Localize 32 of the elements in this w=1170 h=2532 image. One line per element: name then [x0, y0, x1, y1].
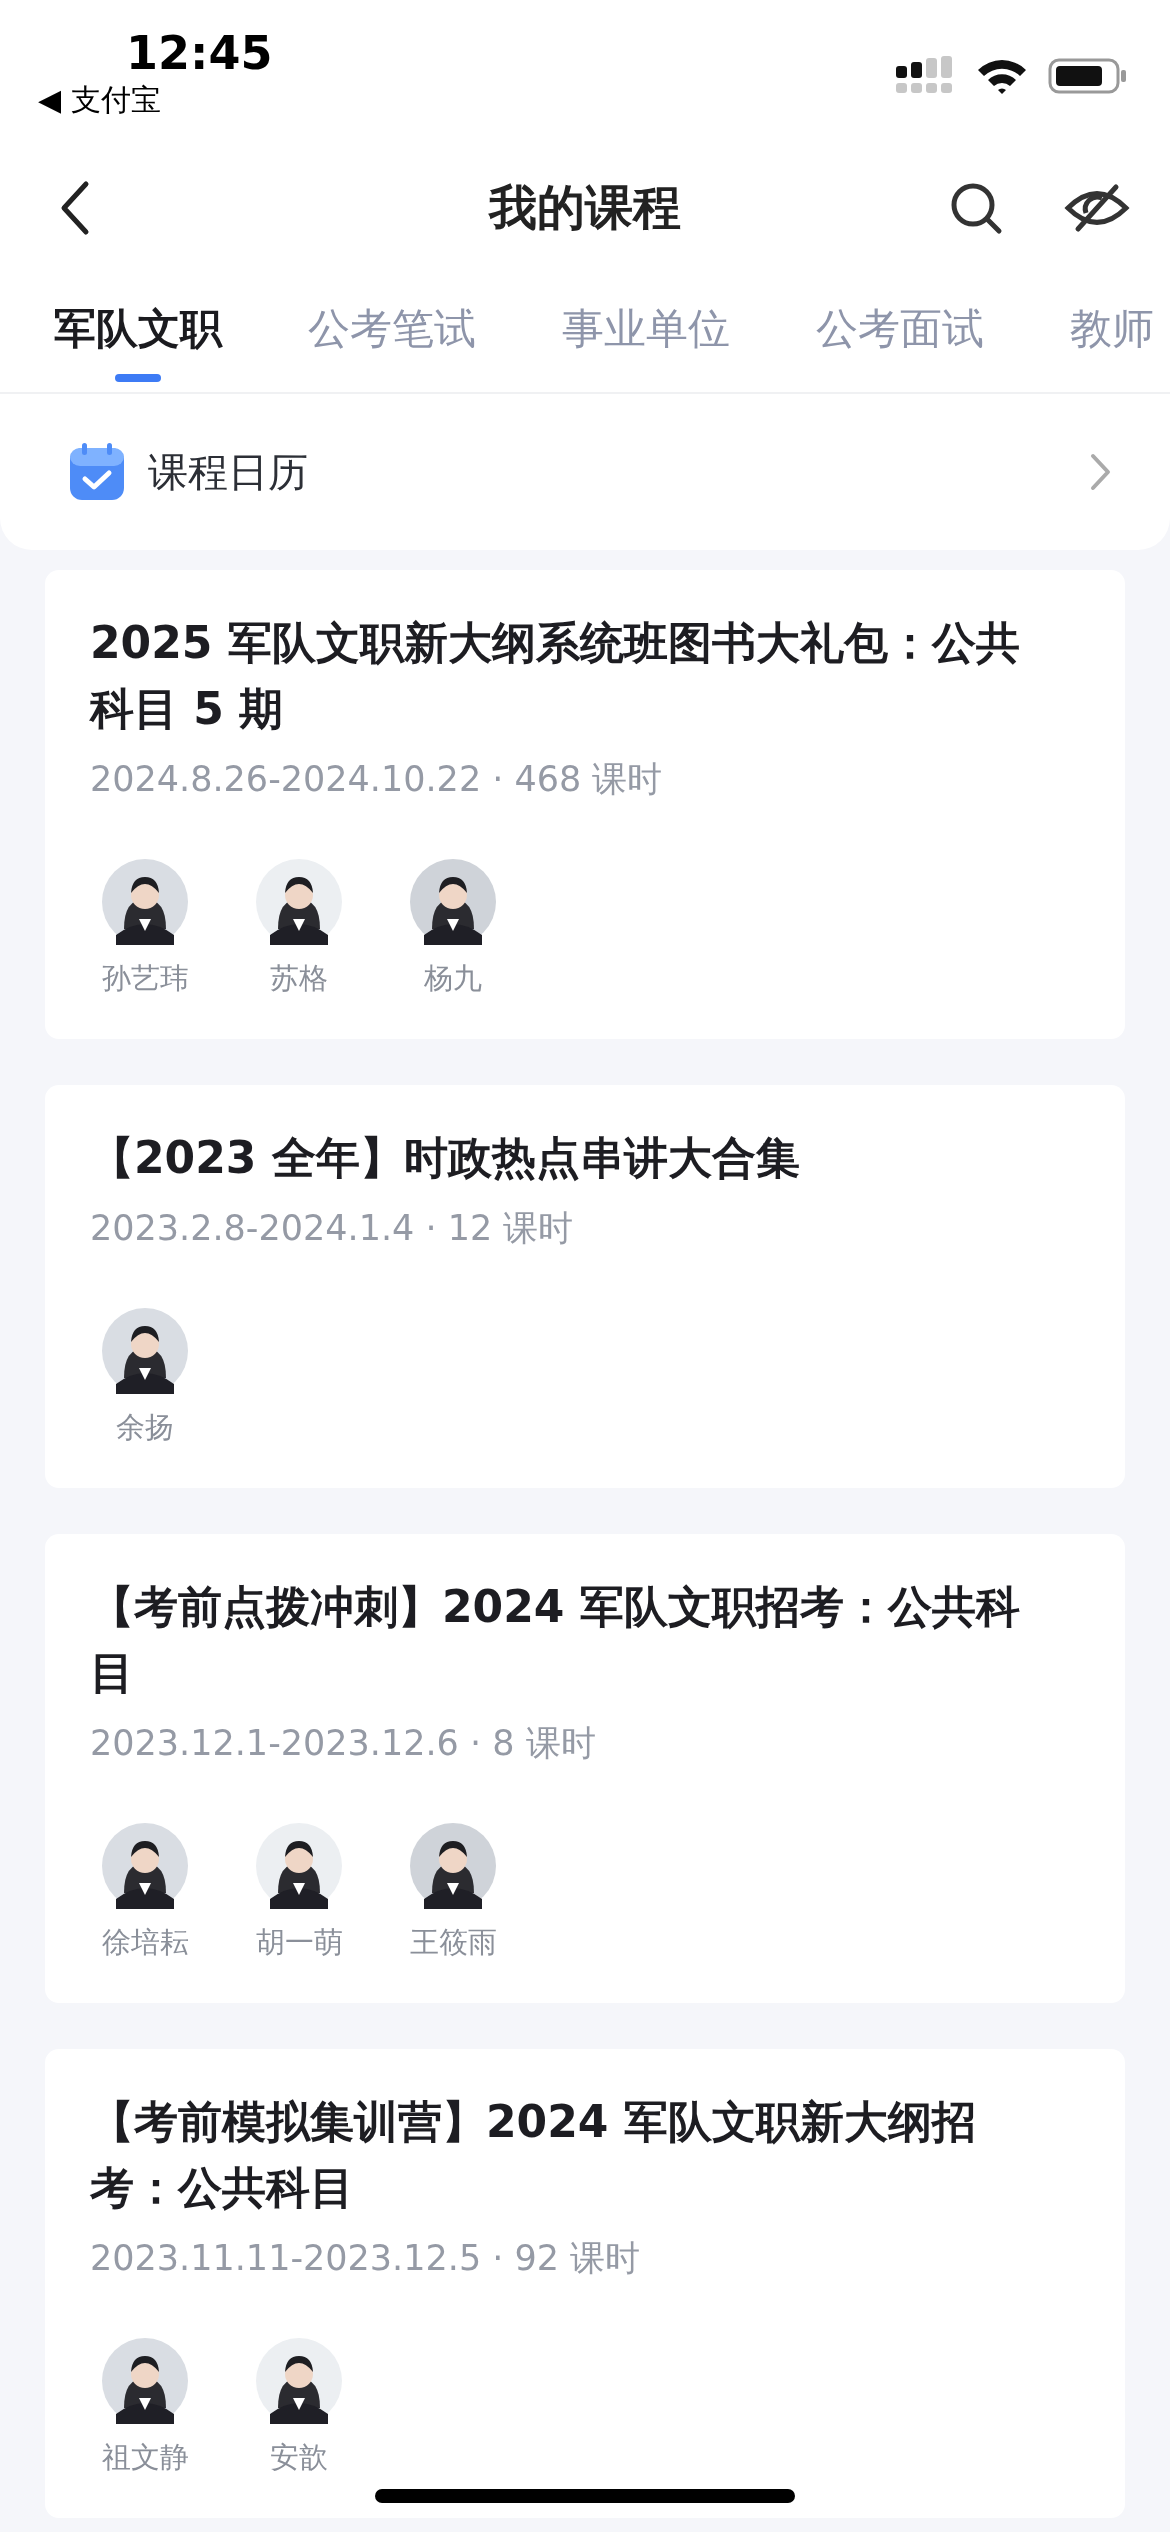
wifi-icon: [976, 57, 1028, 95]
teacher-name: 苏格: [270, 960, 328, 997]
course-card[interactable]: 【2023 全年】时政热点串讲大合集 2023.2.8-2024.1.4 · 12 课时 余扬: [45, 1085, 1125, 1488]
course-dates-and-hours: 2023.11.11-2023.12.5 · 92 课时: [90, 2237, 642, 2280]
back-to-app-link[interactable]: ◀ 支付宝: [38, 80, 161, 120]
course-dates-and-hours: 2024.8.26-2024.10.22 · 468 课时: [90, 758, 664, 801]
status-time: 12:45: [126, 26, 273, 80]
course-calendar-row[interactable]: 课程日历: [0, 394, 1170, 550]
course-title: 2025 军队文职新大纲系统班图书大礼包：公共科目 5 期: [90, 616, 1021, 736]
teacher-name: 祖文静: [101, 2439, 189, 2476]
course-title: 【考前点拨冲刺】2024 军队文职招考：公共科目: [90, 1580, 1021, 1700]
teacher-name: 王筱雨: [409, 1924, 497, 1961]
course-card[interactable]: 【考前模拟集训营】2024 军队文职新大纲招考：公共科目 2023.11.11-2023.12.5 · 92 课时 祖文静 安歆: [45, 2049, 1125, 2518]
course-title: 【2023 全年】时政热点串讲大合集: [90, 1131, 801, 1185]
teacher-name: 安歆: [270, 2439, 328, 2476]
teacher-name: 胡一萌: [255, 1924, 343, 1961]
teacher-name: 杨九: [424, 960, 482, 997]
course-card[interactable]: 【考前点拨冲刺】2024 军队文职招考：公共科目 2023.12.1-2023.12.6 · 8 课时 徐培耘 胡一萌 王筱雨: [45, 1534, 1125, 2003]
category-tab[interactable]: 军队文职: [54, 294, 222, 382]
course-title: 【考前模拟集训营】2024 军队文职新大纲招考：公共科目: [90, 2095, 977, 2215]
calendar-icon: [68, 442, 126, 502]
calendar-label: 课程日历: [148, 447, 309, 497]
chevron-right-icon: [1090, 453, 1112, 491]
course-dates-and-hours: 2023.2.8-2024.1.4 · 12 课时: [90, 1207, 575, 1250]
course-card[interactable]: 2025 军队文职新大纲系统班图书大礼包：公共科目 5 期 2024.8.26-2024.10.22 · 468 课时 孙艺玮 苏格 杨九: [45, 570, 1125, 1039]
hide-eye-button[interactable]: [1064, 183, 1130, 233]
page-title: 我的课程: [489, 178, 681, 237]
course-dates-and-hours: 2023.12.1-2023.12.6 · 8 课时: [90, 1722, 597, 1765]
teacher-name: 徐培耘: [101, 1924, 189, 1961]
teacher-name: 余扬: [116, 1409, 174, 1446]
teacher-name: 孙艺玮: [101, 960, 189, 997]
battery-icon: [1048, 56, 1128, 96]
